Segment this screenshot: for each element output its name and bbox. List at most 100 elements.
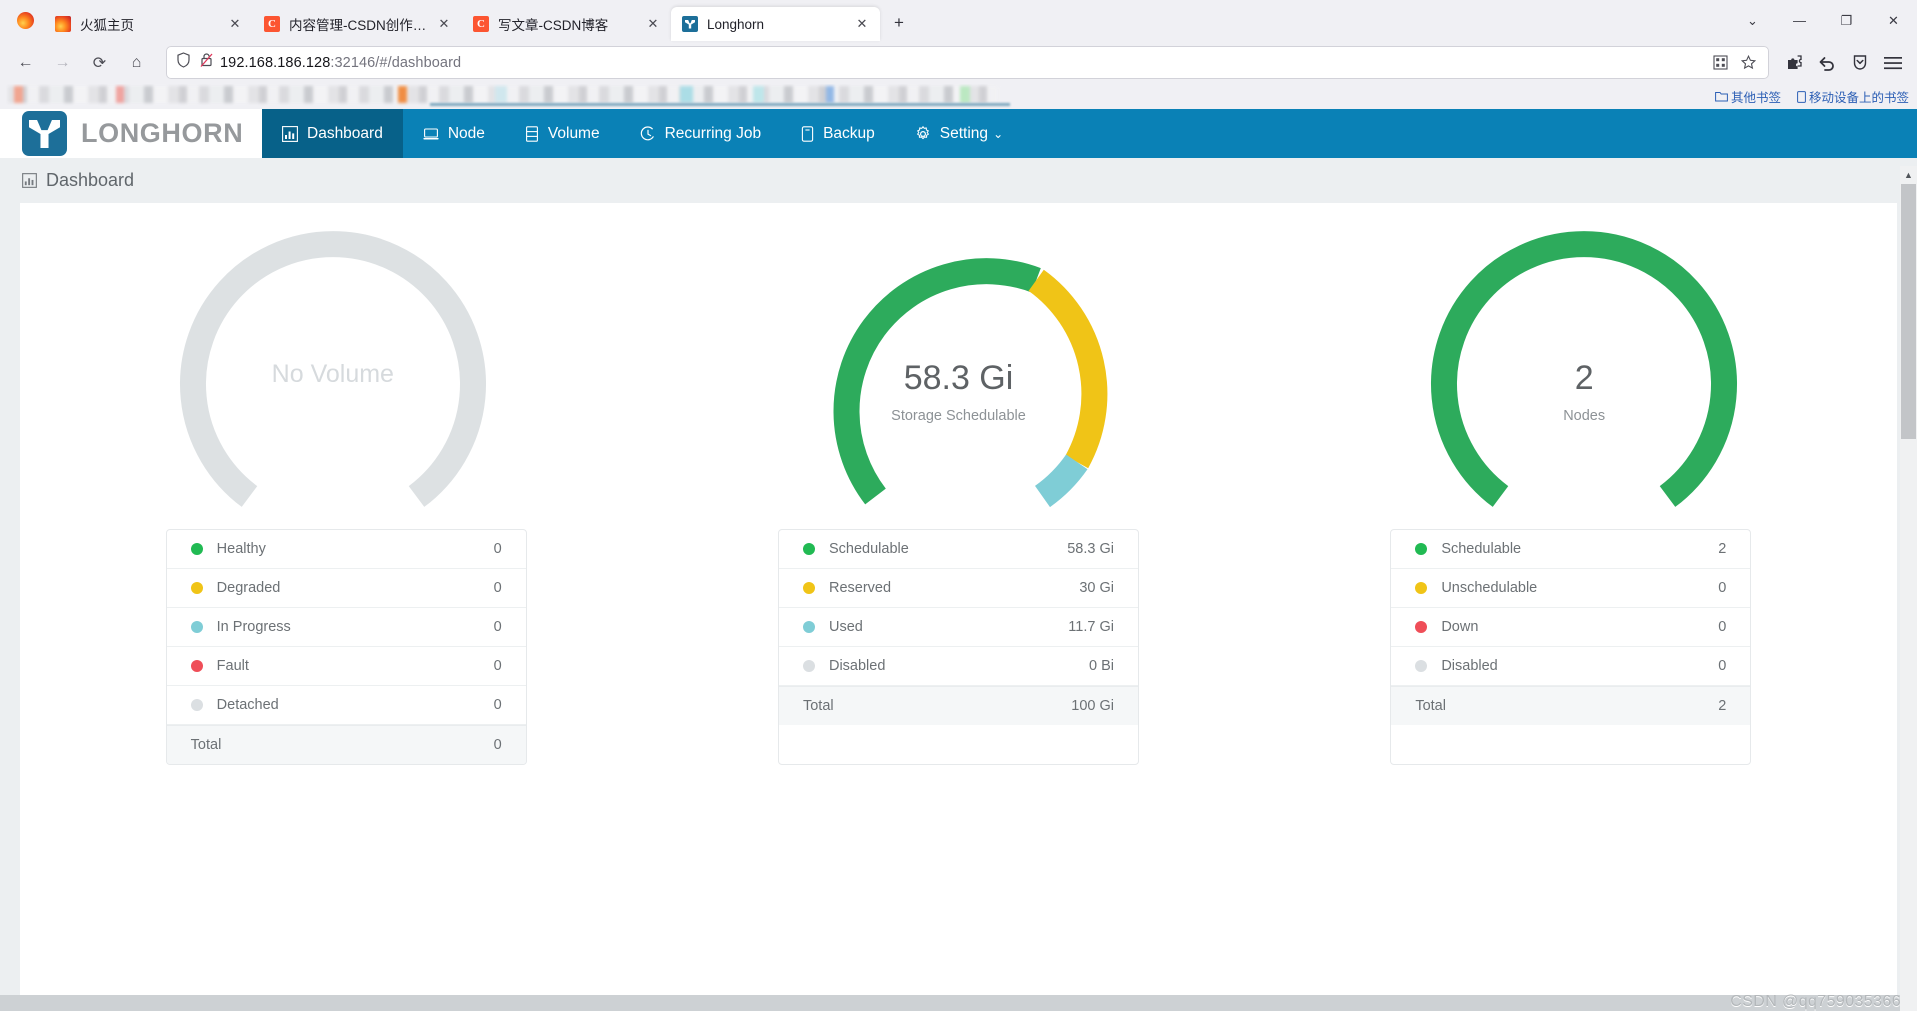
- minimize-icon[interactable]: —: [1776, 0, 1823, 41]
- nodes-gauge-panel: 2 Nodes: [1271, 215, 1897, 535]
- close-icon[interactable]: ✕: [434, 14, 454, 34]
- legend-row[interactable]: Fault 0: [166, 647, 526, 686]
- legend-label: Unschedulable: [1441, 580, 1538, 596]
- brand-area[interactable]: LONGHORN: [0, 109, 262, 158]
- nav-label: Dashboard: [307, 124, 383, 142]
- storage-arc-schedulable: [833, 258, 1041, 505]
- star-icon[interactable]: [1735, 50, 1761, 76]
- close-icon[interactable]: ✕: [225, 14, 245, 34]
- legend-row[interactable]: Detached 0: [166, 686, 526, 725]
- legend-row[interactable]: Disabled 0 Bi: [778, 647, 1138, 686]
- legend-value: 0: [1718, 619, 1727, 635]
- tab-title: 写文章-CSDN博客: [498, 18, 609, 33]
- csdn-icon: C: [473, 16, 489, 32]
- close-window-icon[interactable]: ✕: [1870, 0, 1917, 41]
- page-scrollbar-thumb[interactable]: [1901, 184, 1916, 439]
- close-icon[interactable]: ✕: [852, 14, 872, 34]
- legend-label: In Progress: [216, 619, 291, 635]
- other-bookmarks-button[interactable]: 其他书签: [1715, 87, 1781, 106]
- nav-item-volume[interactable]: Volume: [505, 109, 620, 158]
- storage-arc-used: [1034, 454, 1087, 508]
- new-tab-button[interactable]: +: [884, 8, 914, 38]
- list-all-tabs-icon[interactable]: ⌄: [1729, 0, 1776, 41]
- legend-value: 0: [493, 697, 502, 713]
- status-dot-down: [1415, 621, 1428, 633]
- reload-icon[interactable]: ⟳: [82, 47, 117, 79]
- browser-tab-active[interactable]: Longhorn ✕: [671, 7, 880, 41]
- bookmark-underline-decoration: [430, 103, 1010, 106]
- scroll-up-arrow-icon[interactable]: ▲: [1900, 166, 1917, 183]
- url-text: 192.168.186.128:32146/#/dashboard: [220, 55, 461, 71]
- maximize-icon[interactable]: ❐: [1823, 0, 1870, 41]
- firefox-app-menu-button[interactable]: [6, 0, 44, 41]
- page-title: Dashboard: [46, 170, 135, 190]
- mobile-bookmarks-button[interactable]: 移动设备上的书签: [1797, 87, 1909, 106]
- nodes-legend-card: Schedulable 2 Unschedulable 0 Down 0 Dis…: [1390, 529, 1752, 765]
- main-navigation: Dashboard Node Volume Recurring Job Back…: [262, 109, 1023, 158]
- browser-chrome: 火狐主页 ✕ C 内容管理-CSDN创作中心 ✕ C 写文章-CSDN博客 ✕ …: [0, 0, 1917, 109]
- tab-title: 内容管理-CSDN创作中心: [289, 18, 434, 33]
- legend-row[interactable]: Unschedulable 0: [1391, 569, 1751, 608]
- legend-row[interactable]: Used 11.7 Gi: [778, 608, 1138, 647]
- lock-broken-icon[interactable]: [199, 52, 214, 73]
- address-bar[interactable]: 192.168.186.128:32146/#/dashboard: [166, 46, 1769, 79]
- app-header: LONGHORN Dashboard Node Volume Recurring…: [0, 109, 1917, 158]
- tab-title: Longhorn: [707, 16, 765, 32]
- legend-label: Used: [828, 619, 863, 635]
- blurred-bookmarks-region: [8, 86, 998, 103]
- back-icon[interactable]: ←: [8, 47, 43, 79]
- storage-arc-reserved: [1027, 269, 1107, 469]
- tab-strip: 火狐主页 ✕ C 内容管理-CSDN创作中心 ✕ C 写文章-CSDN博客 ✕ …: [0, 0, 1917, 41]
- nav-label: Setting: [939, 124, 989, 142]
- legend-row[interactable]: Schedulable 2: [1391, 530, 1751, 569]
- legend-row[interactable]: Disabled 0: [1391, 647, 1751, 686]
- longhorn-application: LONGHORN Dashboard Node Volume Recurring…: [0, 109, 1917, 1011]
- other-bookmarks-label: 其他书签: [1730, 91, 1781, 105]
- database-icon: [525, 125, 538, 142]
- nav-item-setting[interactable]: Setting ⌄: [895, 109, 1023, 158]
- gauges-row: No Volume 58.3 Gi Storage Schedulable 2 …: [20, 203, 1897, 535]
- home-icon[interactable]: ⌂: [119, 47, 154, 79]
- nav-item-recurring-job[interactable]: Recurring Job: [620, 109, 782, 158]
- nav-item-backup[interactable]: Backup: [781, 109, 895, 158]
- legend-total-row: Total 0: [166, 725, 526, 764]
- legend-value: 0: [493, 541, 502, 557]
- browser-tab[interactable]: 火狐主页 ✕: [44, 7, 253, 41]
- hamburger-icon[interactable]: [1877, 47, 1909, 79]
- pocket-icon[interactable]: [1844, 47, 1876, 79]
- status-dot-unschedulable: [1415, 582, 1428, 594]
- shield-icon[interactable]: [176, 52, 191, 73]
- chart-bar-icon: [22, 173, 37, 188]
- status-dot-healthy: [190, 543, 203, 555]
- puzzle-icon[interactable]: [1778, 47, 1810, 79]
- browser-tab[interactable]: C 内容管理-CSDN创作中心 ✕: [253, 7, 462, 41]
- status-dot-detached: [190, 699, 203, 711]
- reader-icon[interactable]: [1707, 50, 1733, 76]
- legend-row[interactable]: Reserved 30 Gi: [778, 569, 1138, 608]
- legend-label: Detached: [216, 697, 279, 713]
- legend-label: Degraded: [216, 580, 281, 596]
- storage-gauge-panel: 58.3 Gi Storage Schedulable: [646, 215, 1272, 535]
- forward-icon[interactable]: →: [45, 47, 80, 79]
- firefox-icon: [16, 12, 34, 29]
- legend-row[interactable]: Schedulable 58.3 Gi: [778, 530, 1138, 569]
- close-icon[interactable]: ✕: [643, 14, 663, 34]
- storage-legend-col: Schedulable 58.3 Gi Reserved 30 Gi Used …: [652, 529, 1264, 765]
- server-icon: [423, 127, 439, 139]
- status-dot-in-progress: [190, 621, 203, 633]
- back-arrow-icon[interactable]: [1811, 47, 1843, 79]
- nav-item-node[interactable]: Node: [403, 109, 505, 158]
- legend-row[interactable]: Healthy 0: [166, 530, 526, 569]
- legends-row: Healthy 0 Degraded 0 In Progress 0 Fault…: [20, 529, 1897, 765]
- browser-tab[interactable]: C 写文章-CSDN博客 ✕: [462, 7, 671, 41]
- legend-row[interactable]: Degraded 0: [166, 569, 526, 608]
- clock-icon: [640, 125, 654, 140]
- nav-item-dashboard[interactable]: Dashboard: [262, 109, 403, 158]
- volume-gauge: No Volume: [133, 215, 533, 535]
- nodes-legend-col: Schedulable 2 Unschedulable 0 Down 0 Dis…: [1265, 529, 1877, 765]
- csdn-icon: C: [264, 16, 280, 32]
- legend-row[interactable]: Down 0: [1391, 608, 1751, 647]
- nav-label: Recurring Job: [664, 124, 762, 142]
- legend-row[interactable]: In Progress 0: [166, 608, 526, 647]
- legend-label: Down: [1441, 619, 1479, 635]
